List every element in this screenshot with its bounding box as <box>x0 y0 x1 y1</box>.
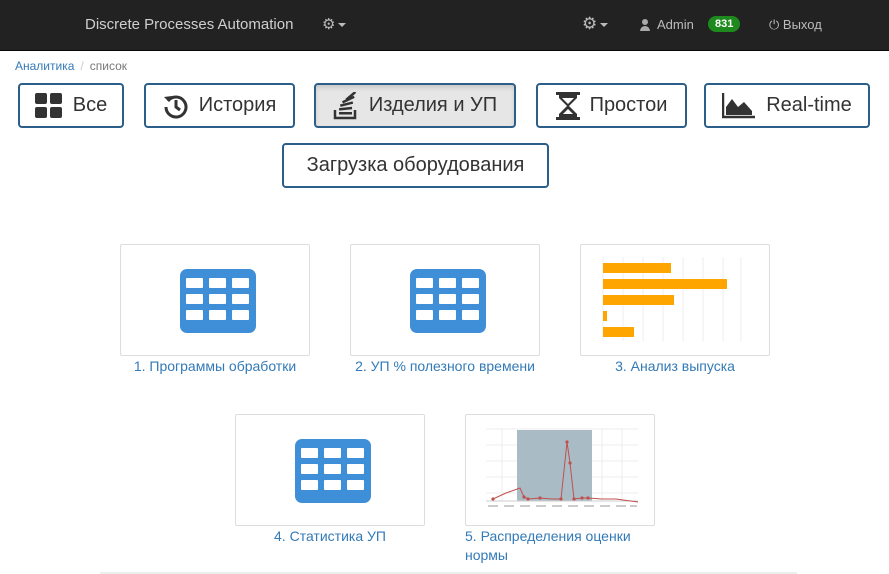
app-brand[interactable]: Discrete Processes Automation <box>85 16 293 33</box>
report-link-norm-distribution[interactable]: 5. Распределения оценки нормы <box>465 527 640 565</box>
user-icon <box>640 18 651 31</box>
notification-badge[interactable]: 831 <box>708 16 741 32</box>
breadcrumb-current: список <box>89 59 128 73</box>
table-icon <box>410 269 486 333</box>
dashboard-icon <box>34 92 62 118</box>
distribution-chart-thumbnail <box>486 428 639 507</box>
settings-menu[interactable]: ⚙ <box>582 14 609 34</box>
filter-realtime-label: Real-time <box>766 94 852 116</box>
cogs-icon: ⚙ <box>322 16 336 33</box>
filter-downtime-label: Простои <box>589 94 668 116</box>
report-tile-output-analysis[interactable] <box>580 244 770 356</box>
report-link-programs[interactable]: 1. Программы обработки <box>120 357 310 376</box>
breadcrumb-analytics-link[interactable]: Аналитика <box>15 59 74 73</box>
report-link-output-analysis[interactable]: 3. Анализ выпуска <box>580 357 770 376</box>
power-icon: ⏻ <box>769 17 780 32</box>
logout-link[interactable]: ⏻ Выход <box>769 17 822 33</box>
user-name: Admin <box>657 17 694 32</box>
filter-history-button[interactable]: История <box>144 83 295 128</box>
bar-chart-thumbnail <box>602 257 742 341</box>
filter-equipment-load-button[interactable]: Загрузка оборудования <box>282 143 549 188</box>
filter-all-label: Все <box>72 94 108 116</box>
history-icon <box>163 95 188 118</box>
filter-equipment-load-label: Загрузка оборудования <box>306 154 525 176</box>
breadcrumb-separator: / <box>80 59 84 73</box>
report-link-up-statistics[interactable]: 4. Статистика УП <box>235 527 425 546</box>
table-icon <box>295 439 371 503</box>
filter-products-label: Изделия и УП <box>368 94 498 116</box>
chevron-down-icon <box>600 22 609 27</box>
filter-all-button[interactable]: Все <box>18 83 124 128</box>
top-navbar: Discrete Processes Automation ⚙ ⚙ Admin … <box>0 0 889 51</box>
chevron-down-icon <box>338 23 347 28</box>
report-tile-up-statistics[interactable] <box>235 414 425 526</box>
stack-icon <box>333 91 357 119</box>
gear-icon: ⚙ <box>582 14 598 33</box>
filter-downtime-button[interactable]: Простои <box>536 83 687 128</box>
logout-label: Выход <box>782 17 822 32</box>
report-tile-programs[interactable] <box>120 244 310 356</box>
area-chart-icon <box>722 92 756 118</box>
user-menu[interactable]: Admin <box>640 17 694 32</box>
breadcrumb: Аналитика / список <box>15 59 127 73</box>
table-icon <box>180 269 256 333</box>
cogs-menu[interactable]: ⚙ <box>322 15 347 33</box>
report-tile-useful-time[interactable] <box>350 244 540 356</box>
hourglass-icon <box>555 91 580 120</box>
filter-history-label: История <box>198 94 277 116</box>
report-tile-norm-distribution[interactable] <box>465 414 655 526</box>
filter-realtime-button[interactable]: Real-time <box>704 83 870 128</box>
filter-products-button[interactable]: Изделия и УП <box>314 83 516 128</box>
report-link-useful-time[interactable]: 2. УП % полезного времени <box>340 357 550 376</box>
